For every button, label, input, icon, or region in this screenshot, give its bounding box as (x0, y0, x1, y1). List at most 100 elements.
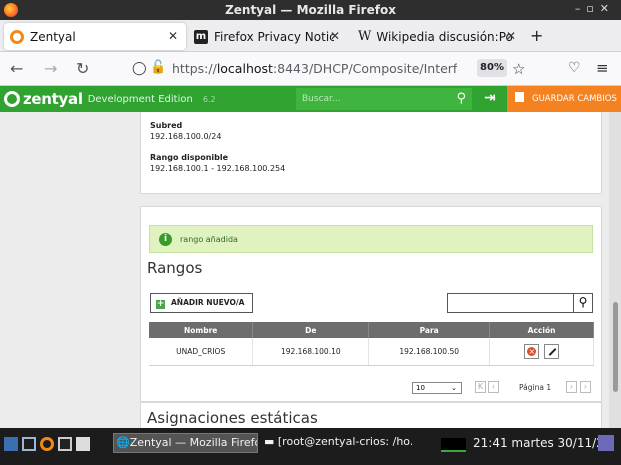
firefox-task-icon: 🌐 (116, 436, 130, 449)
shield-icon[interactable]: ◯ (132, 61, 147, 76)
task-label: Zentyal — Mozilla Firefox (129, 436, 258, 449)
bookmark-star-icon[interactable]: ☆ (512, 60, 525, 78)
new-tab-icon[interactable]: + (530, 26, 543, 45)
ranges-panel: i rango añadida Rangos + AÑADIR NUEVO/A ⚲… (140, 206, 602, 402)
url-path: :8443/DHCP/Composite/InterfaceConfig (272, 61, 457, 76)
table-row: UNAD_CRIOS 192.168.100.10 192.168.100.50 (149, 338, 594, 366)
zentyal-favicon-icon (10, 29, 24, 44)
add-new-button[interactable]: + AÑADIR NUEVO/A (150, 293, 253, 313)
range-name-cell: UNAD_CRIOS (149, 338, 254, 366)
page-content: Subred 192.168.100.0/24 Rango disponible… (0, 112, 621, 428)
logout-icon[interactable]: ⇥ (484, 90, 496, 106)
nav-bar: ← → ↻ ◯ 🔓 https://localhost:8443/DHCP/Co… (0, 52, 621, 86)
scrollbar-thumb[interactable] (613, 302, 618, 392)
file-manager-icon[interactable] (22, 437, 36, 451)
search-input[interactable]: Buscar... ⚲ (296, 88, 472, 110)
edit-pencil-icon[interactable] (543, 343, 559, 359)
mozilla-favicon-icon: m (194, 29, 208, 44)
zentyal-launcher-icon[interactable] (40, 437, 54, 451)
search-icon[interactable]: ⚲ (456, 88, 466, 110)
terminal-task-icon: ▬ (264, 435, 278, 448)
last-page-icon[interactable]: › (580, 381, 591, 393)
subnet-value: 192.168.100.0/24 (150, 132, 222, 141)
tab-close-icon[interactable]: ✕ (506, 29, 516, 43)
tab-zentyal[interactable]: Zentyal ✕ (4, 23, 186, 50)
window-controls[interactable]: –▫✕ (575, 2, 615, 15)
taskbar-task-terminal[interactable]: ▬ [root@zentyal-crios: /ho... (262, 433, 412, 453)
search-placeholder: Buscar... (302, 94, 341, 104)
logout-menu-icon[interactable] (598, 435, 614, 451)
page-indicator: Página 1 (519, 383, 552, 392)
title-bar: Zentyal — Mozilla Firefox –▫✕ (0, 0, 621, 20)
first-page-icon[interactable]: K (475, 381, 486, 393)
next-page-icon[interactable]: › (566, 381, 577, 393)
search-icon[interactable]: ⚲ (573, 294, 592, 312)
brand-name: zentyal (23, 90, 83, 108)
url-host: localhost (216, 61, 273, 76)
save-changes-button[interactable]: GUARDAR CAMBIOS (507, 86, 621, 112)
plus-icon: + (156, 299, 165, 309)
tab-wikipedia[interactable]: W Wikipedia discusión:Porta ✕ (352, 23, 524, 50)
column-header: Acción (489, 322, 594, 338)
tab-bar: Zentyal ✕ m Firefox Privacy Notice — ✕ W… (0, 20, 621, 52)
firefox-window: Zentyal — Mozilla Firefox –▫✕ Zentyal ✕ … (0, 0, 621, 465)
zentyal-logo-icon (4, 91, 20, 107)
table-search-input[interactable]: ⚲ (447, 293, 593, 313)
page-size-select[interactable]: 10 ⌄ (412, 382, 462, 394)
url-text[interactable]: https://localhost:8443/DHCP/Composite/In… (172, 61, 457, 76)
insecure-lock-icon[interactable]: 🔓 (150, 60, 166, 75)
save-changes-label: GUARDAR CAMBIOS (532, 94, 617, 104)
taskbar-task-firefox[interactable]: 🌐Zentyal — Mozilla Firefox (113, 433, 258, 453)
info-icon: i (159, 233, 172, 246)
tab-label: Zentyal (30, 29, 76, 44)
ranges-table: Nombre De Para Acción UNAD_CRIOS 192.168… (149, 322, 594, 366)
zentyal-logo[interactable]: zentyal Development Edition 6.2 (4, 90, 216, 108)
tab-close-icon[interactable]: ✕ (168, 29, 178, 43)
tab-firefox-privacy[interactable]: m Firefox Privacy Notice — ✕ (188, 23, 348, 50)
range-to-cell: 192.168.100.50 (368, 338, 491, 366)
zoom-badge[interactable]: 80% (477, 59, 507, 77)
table-header-row: Nombre De Para Acción (149, 322, 594, 338)
chevron-down-icon: ⌄ (451, 384, 457, 392)
available-range-value: 192.168.100.1 - 192.168.100.254 (150, 164, 286, 173)
back-icon[interactable]: ← (10, 59, 23, 78)
window-list-icon[interactable] (76, 437, 90, 451)
ranges-title: Rangos (147, 259, 203, 277)
notice-text: rango añadida (180, 235, 238, 244)
show-desktop-icon[interactable] (4, 437, 18, 451)
terminal-launcher-icon[interactable] (58, 437, 72, 451)
zentyal-header: zentyal Development Edition 6.2 Buscar..… (0, 86, 621, 112)
actions-cell (489, 338, 594, 366)
wikipedia-favicon-icon: W (358, 29, 372, 44)
tab-close-icon[interactable]: ✕ (330, 29, 340, 43)
hamburger-menu-icon[interactable]: ≡ (596, 59, 609, 77)
static-assignments-panel: Asignaciones estáticas (140, 402, 602, 428)
page-scrollbar[interactable] (609, 112, 621, 428)
edition-label: Development Edition (87, 93, 193, 105)
pocket-icon[interactable]: ♡ (568, 60, 581, 76)
tab-label: Wikipedia discusión:Porta (376, 29, 514, 44)
minimize-icon[interactable]: – (575, 2, 587, 15)
column-header: Nombre (149, 322, 254, 338)
delete-icon[interactable] (524, 343, 540, 359)
prev-page-icon[interactable]: ‹ (488, 381, 499, 393)
window-title: Zentyal — Mozilla Firefox (225, 3, 396, 17)
close-icon[interactable]: ✕ (600, 2, 615, 15)
available-range-label: Rango disponible (150, 153, 229, 162)
clock[interactable]: 21:41 martes 30/11/21 (473, 436, 611, 450)
url-scheme: https:// (172, 61, 217, 76)
version-label: 6.2 (202, 94, 216, 104)
maximize-icon[interactable]: ▫ (586, 2, 599, 15)
tab-label: Firefox Privacy Notice — (214, 29, 334, 44)
subnet-info-panel: Subred 192.168.100.0/24 Rango disponible… (140, 112, 602, 194)
success-notice: i rango añadida (149, 225, 593, 253)
forward-icon[interactable]: → (44, 59, 57, 78)
add-new-label: AÑADIR NUEVO/A (171, 298, 245, 307)
taskbar: 🌐Zentyal — Mozilla Firefox ▬ [root@zenty… (0, 428, 621, 465)
column-header: De (252, 322, 370, 338)
column-header: Para (368, 322, 491, 338)
reload-icon[interactable]: ↻ (76, 59, 89, 78)
task-label: [root@zentyal-crios: /ho... (277, 435, 412, 448)
page-size-value: 10 (416, 384, 425, 392)
save-disk-icon (515, 92, 524, 102)
